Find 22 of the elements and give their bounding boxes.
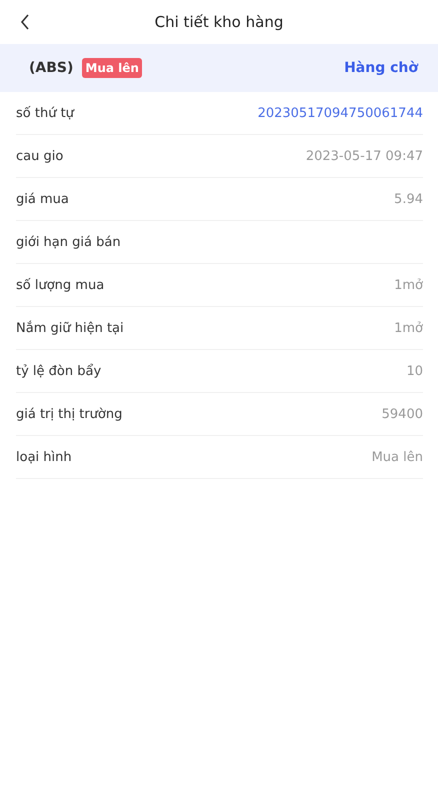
row-label: loại hình	[16, 450, 72, 464]
page-title: Chi tiết kho hàng	[154, 13, 284, 31]
row-label: số thứ tự	[16, 106, 74, 120]
row-label: giá mua	[16, 192, 69, 206]
row-label: Nắm giữ hiện tại	[16, 320, 124, 336]
row-label: tỷ lệ đòn bẩy	[16, 364, 102, 378]
row-value: 5.94	[394, 192, 423, 206]
back-icon	[20, 14, 30, 30]
row-value: 1mở	[394, 278, 423, 292]
row-label: cau gio	[16, 148, 64, 164]
row-label: giá trị thị trường	[16, 406, 122, 422]
row-label: giới hạn giá bán	[16, 234, 121, 250]
row-value: 1mở	[394, 320, 423, 336]
row-value: 20230517094750061744	[258, 106, 423, 120]
row-value: 59400	[382, 406, 423, 422]
row-value: 10	[406, 364, 423, 378]
row-value: Mua lên	[372, 450, 423, 464]
symbol-text: (ABS)	[29, 60, 74, 76]
row-value: 2023-05-17 09:47	[306, 148, 423, 164]
row-label: số lượng mua	[16, 278, 104, 292]
status-text: Hàng chờ	[344, 60, 418, 76]
direction-tag: Mua lên	[82, 58, 142, 78]
